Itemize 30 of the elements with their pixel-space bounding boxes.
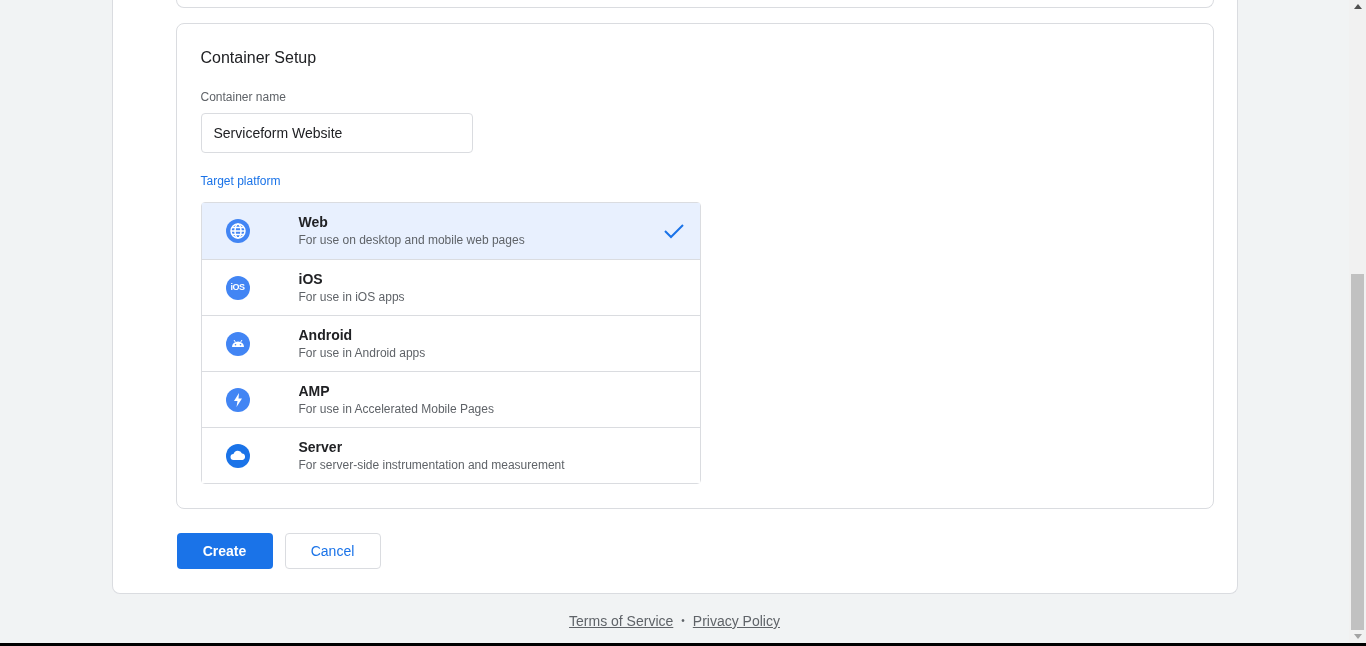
lightning-icon <box>225 387 250 412</box>
platform-title: AMP <box>298 382 331 399</box>
platform-option[interactable]: Web For use on desktop and mobile web pages <box>201 203 700 259</box>
platform-description: For use in iOS apps <box>298 288 406 305</box>
platform-description: For use on desktop and mobile web pages <box>298 232 526 248</box>
container-name-field[interactable]: Serviceform Website <box>200 113 473 153</box>
checkmark-icon <box>663 223 684 239</box>
platform-description: For server-side instrumentation and measurement <box>298 456 566 473</box>
terms-link[interactable]: Terms of Service <box>569 611 674 631</box>
privacy-link[interactable]: Privacy Policy <box>692 611 780 631</box>
separator-dot: • <box>681 613 685 628</box>
create-button[interactable]: Create <box>176 533 273 569</box>
platform-option[interactable]: Server For server-side instrumentation and measurement <box>201 427 700 483</box>
section-title: Container Setup <box>200 48 318 68</box>
platform-description: For use in Android apps <box>298 344 427 361</box>
platform-title: Android <box>298 326 354 343</box>
up-arrow-icon[interactable] <box>1353 4 1362 9</box>
target-platform-label: Target platform <box>200 173 282 189</box>
platform-title: iOS <box>298 270 324 287</box>
cancel-button[interactable]: Cancel <box>284 533 381 569</box>
down-arrow-icon[interactable] <box>1353 634 1362 639</box>
platform-title: Server <box>298 438 344 455</box>
android-icon <box>225 331 250 356</box>
cloud-icon <box>225 443 250 468</box>
ios-icon: iOS <box>225 275 250 300</box>
scrollbar-thumb[interactable] <box>1351 274 1364 630</box>
platform-description: For use in Accelerated Mobile Pages <box>298 400 495 417</box>
platform-title: Web <box>298 214 329 230</box>
field-label: Container name <box>200 89 287 105</box>
globe-icon <box>225 219 250 243</box>
